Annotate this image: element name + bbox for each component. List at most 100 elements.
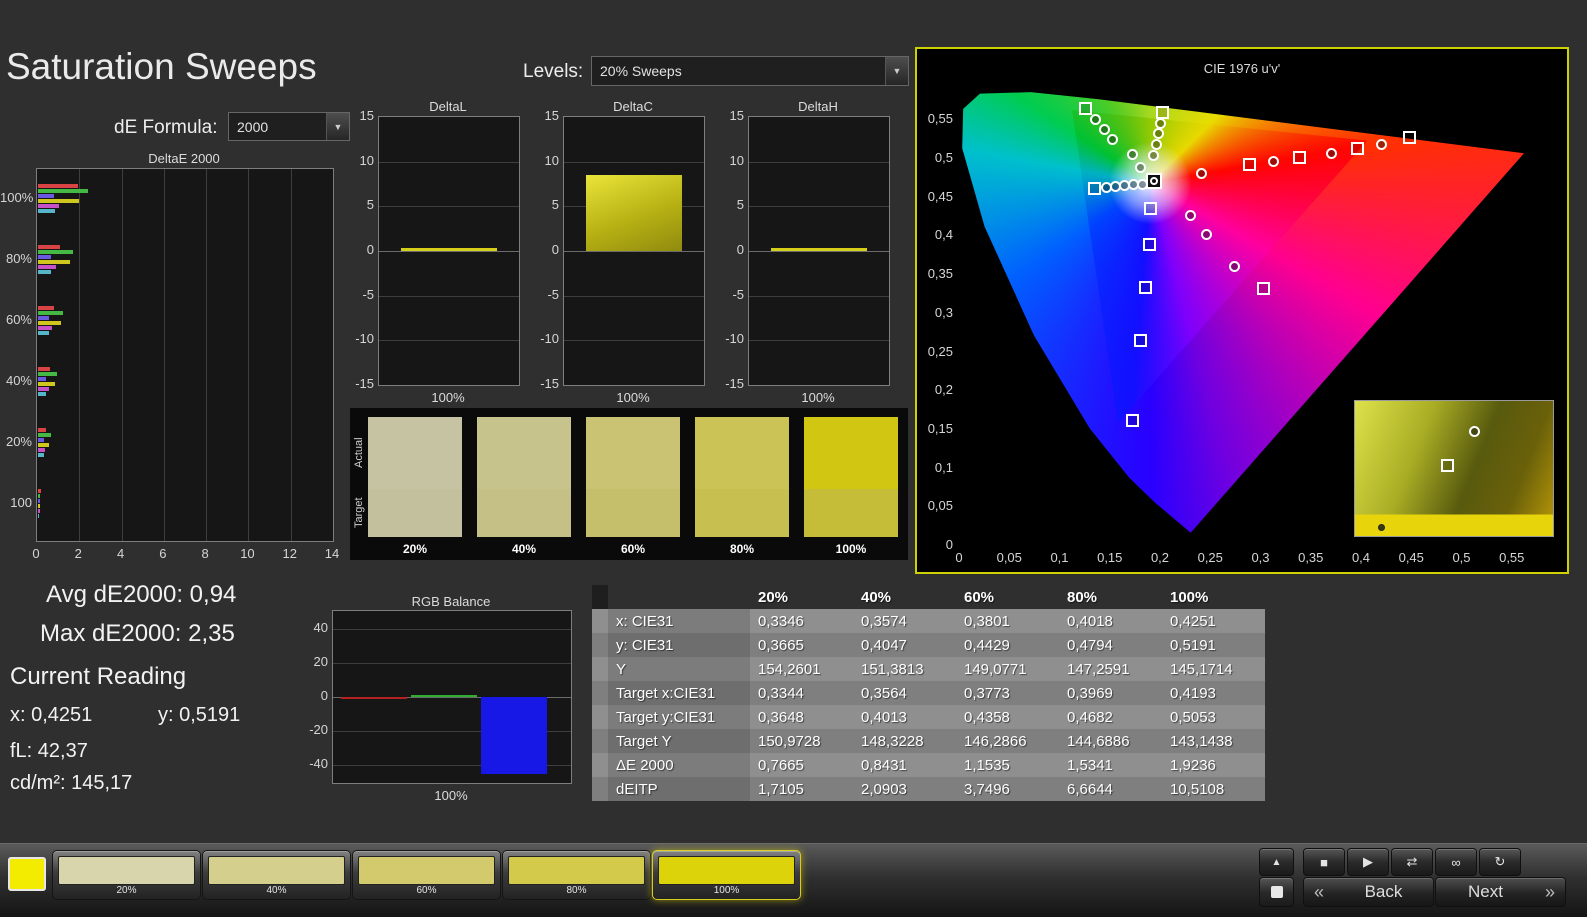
table-cell: 0,3564 [853, 681, 956, 705]
bar-cluster [38, 306, 64, 335]
axis-tick-label: 0,1 [934, 459, 953, 475]
levels-dropdown[interactable]: 20% Sweeps ▼ [591, 56, 909, 86]
axis-tick-label: 20 [313, 654, 328, 669]
display-button[interactable] [1259, 877, 1294, 907]
bar [38, 372, 58, 376]
bar [38, 199, 80, 203]
target-marker [1256, 282, 1270, 296]
play-button[interactable]: ▶ [1347, 848, 1389, 876]
measurement-marker [1089, 114, 1101, 126]
axis-tick-label: 0,1 [1050, 550, 1069, 565]
actual-swatch [804, 417, 898, 489]
target-marker [1292, 151, 1306, 165]
page-title: Saturation Sweeps [6, 46, 317, 87]
axis-tick-label: 0,4 [1351, 550, 1371, 565]
bar [38, 499, 40, 503]
row-indicator-cell [592, 777, 608, 801]
loop-button[interactable]: ∞ [1435, 848, 1477, 876]
bar [38, 204, 60, 208]
table-row: x: CIE31 0,3346 0,3574 0,3801 0,4018 0,4251 [592, 609, 1265, 633]
pattern-color-indicator [8, 857, 46, 891]
column-header: 20% [758, 588, 789, 606]
axis-tick-label: 5 [551, 197, 559, 213]
row-label: dEITP [608, 777, 750, 801]
table-cell: 0,4047 [853, 633, 956, 657]
deltae-chart-title: DeltaE 2000 [148, 151, 220, 166]
axis-tick-label: 0,35 [927, 266, 953, 282]
axis-tick-label: 10 [240, 546, 255, 561]
axis-tick-label: 15 [544, 108, 559, 123]
pattern-label: 40% [266, 885, 287, 896]
axis-tick-label: 0,15 [1097, 550, 1123, 565]
bar [38, 514, 40, 518]
bar [38, 387, 49, 391]
axis-tick-label: 0,5 [1452, 550, 1471, 565]
play-icon: ▶ [1363, 854, 1373, 869]
axis-tick-label: -15 [725, 376, 744, 391]
back-button[interactable]: « Back [1303, 877, 1434, 907]
axis-tick-label: 0 [366, 242, 374, 257]
refresh-button[interactable]: ↻ [1479, 848, 1521, 876]
pattern-button-100%[interactable]: 100% [652, 850, 801, 900]
bar [38, 270, 51, 274]
gridline [290, 169, 292, 541]
row-label: Target y:CIE31 [608, 705, 750, 729]
axis-tick-label: -5 [362, 286, 374, 302]
chart-x-label: 100% [801, 390, 835, 405]
column-header: 60% [964, 588, 995, 606]
next-button[interactable]: Next » [1435, 877, 1566, 907]
table-row: Target x:CIE31 0,3344 0,3564 0,3773 0,3969 0,… [592, 681, 1265, 705]
bar-cluster [38, 428, 51, 457]
bar [38, 184, 79, 188]
chart-title: DeltaL [429, 99, 467, 114]
pattern-button-80%[interactable]: 80% [502, 850, 651, 900]
stop-button[interactable]: ■ [1303, 848, 1345, 876]
table-cell: 1,5341 [1059, 753, 1162, 777]
results-table: 20% 40% 60% 80% 100% x: CIE31 0,3346 0,3574 0,38… [592, 585, 1265, 801]
inset-marker [1377, 524, 1385, 532]
table-cell: 0,4251 [1162, 609, 1265, 633]
column-header: 80% [1067, 588, 1098, 606]
axis-tick-label: 5 [736, 197, 744, 213]
eject-button[interactable]: ▲ [1259, 848, 1294, 876]
table-cell: 6,6644 [1059, 777, 1162, 801]
actual-swatch [586, 417, 680, 489]
table-cell: 146,2866 [956, 729, 1059, 753]
table-row: Target y:CIE31 0,3648 0,4013 0,4358 0,4682 0,… [592, 705, 1265, 729]
chart-title: DeltaC [613, 99, 653, 114]
step-icon: ⇄ [1406, 854, 1418, 869]
pattern-button-20%[interactable]: 20% [52, 850, 201, 900]
pattern-button-60%[interactable]: 60% [352, 850, 501, 900]
de-formula-dropdown[interactable]: 2000 ▼ [228, 112, 350, 141]
axis-tick-label: -5 [547, 286, 559, 302]
pattern-button-40%[interactable]: 40% [202, 850, 351, 900]
table-cell: 0,4429 [956, 633, 1059, 657]
table-row: Y 154,2601 151,3813 149,0771 147,2591 145,171… [592, 657, 1265, 681]
bar [38, 489, 41, 493]
swatch-label: 60% [620, 542, 646, 556]
bar [38, 331, 49, 335]
swatch-pair [804, 417, 898, 537]
table-header-row: 20% 40% 60% 80% 100% [592, 585, 1265, 609]
bar [771, 248, 867, 251]
table-cell: 143,1438 [1162, 729, 1265, 753]
bar [38, 321, 62, 325]
axis-tick-label: 0 [955, 550, 963, 565]
bar [38, 448, 46, 452]
measurement-marker [1126, 149, 1138, 161]
axis-tick-label: 0 [32, 546, 40, 561]
row-label: Target Y [608, 729, 750, 753]
gridline [564, 295, 704, 297]
axis-tick-label: 0,5 [934, 150, 953, 165]
table-cell: 154,2601 [750, 657, 853, 681]
row-label: x: CIE31 [608, 609, 750, 633]
axis-tick-label: 100 [10, 495, 32, 510]
gridline [564, 340, 704, 342]
bar [38, 494, 41, 498]
row-indicator-cell [592, 753, 608, 777]
max-de-readout: Max dE2000: 2,35 [40, 620, 235, 647]
axis-tick-label: 0,45 [927, 188, 953, 204]
step-button[interactable]: ⇄ [1391, 848, 1433, 876]
axis-tick-label: 0,55 [927, 111, 953, 127]
table-cell: 2,0903 [853, 777, 956, 801]
